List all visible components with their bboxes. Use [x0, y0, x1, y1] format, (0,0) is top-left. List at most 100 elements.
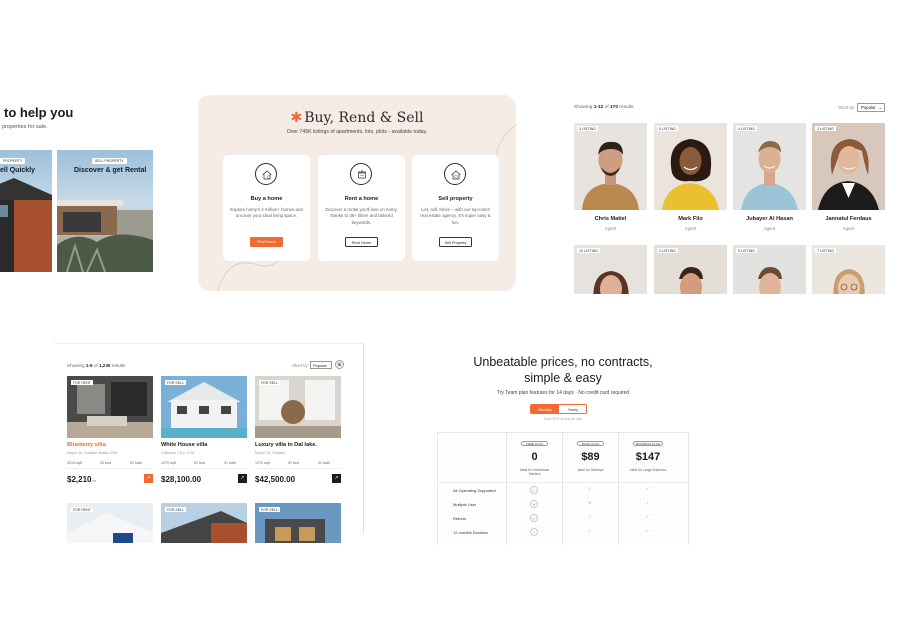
- pricing-subtitle: Try Team plan features for 14 days · No …: [496, 390, 630, 396]
- check-icon: ✓: [646, 528, 650, 533]
- listing-image: [255, 376, 341, 438]
- service-title: Buy a home: [250, 196, 283, 202]
- divider: [506, 432, 507, 545]
- card-tag: PROPERTY: [0, 158, 26, 164]
- listing-badge: FOR RENT: [71, 507, 93, 512]
- beds-value: 03 bed: [100, 461, 111, 465]
- listing-name[interactable]: White House villa: [161, 442, 207, 448]
- pricing-title-line2: simple & easy: [524, 371, 602, 385]
- plan-price: 0: [531, 451, 538, 463]
- arrow-icon[interactable]: ↗: [332, 474, 341, 483]
- check-icon: ✓: [530, 528, 538, 536]
- rent-home-button[interactable]: Rent Home: [345, 237, 378, 247]
- check-icon: ✓: [588, 528, 592, 533]
- listing-badge: 5 LISTING: [657, 126, 678, 131]
- beds-value: 02 bed: [288, 461, 299, 465]
- listing-badge: 9 LISTING: [736, 248, 757, 253]
- check-icon: ✓: [646, 486, 650, 491]
- card-title: ell Quickly: [0, 167, 36, 174]
- listing-badge: FOR SELL: [165, 380, 186, 385]
- agent-name: Jannatul Ferdaus: [825, 216, 872, 222]
- check-icon: ✓: [530, 486, 538, 494]
- listing-features: 1270 sqft 02 bed 01 bath: [161, 461, 247, 469]
- plan-basic: BASIC PLAN $89 Ideal for Startups: [571, 441, 610, 481]
- sell-property-button[interactable]: Sell Property: [439, 237, 472, 247]
- listings-panel: Showing 1-6 of 1,230 results Short by: P…: [54, 343, 365, 543]
- listing-image: [161, 376, 247, 438]
- card-tag: SELL PROPERTY: [92, 158, 127, 164]
- services-panel: ✱ Buy, Rend & Sell Over 745K listings of …: [198, 95, 516, 291]
- sort-select[interactable]: Popular ⌄: [857, 103, 885, 112]
- agent-name: Mark Filo: [678, 216, 703, 222]
- service-card-sell: Sell property List, sell, thrive – with …: [412, 155, 499, 261]
- sqft-value: 1270 sqft: [161, 461, 176, 465]
- service-title: Rent a home: [344, 196, 379, 202]
- feature-label: Multiple User: [453, 502, 477, 507]
- check-icon: ✓: [530, 514, 538, 522]
- plan-price: $147: [635, 451, 661, 463]
- listing-address: Mirpur 10, Stadium dhaka 1208: [67, 451, 118, 455]
- listing-badge: 10 LISTING: [577, 248, 600, 253]
- pricing-panel: Unbeatable prices, no contracts, simple …: [437, 345, 689, 545]
- find-home-button[interactable]: Find Home: [250, 237, 283, 247]
- service-card-rent: Rent a home Discover a rental you'll lov…: [318, 155, 405, 261]
- beds-value: 02 bed: [194, 461, 205, 465]
- close-icon: ✕: [588, 500, 592, 505]
- plan-business: BUSINESS PLAN $147 Ideal for Large Busin…: [627, 441, 669, 481]
- feature-label: Refund: [453, 516, 466, 521]
- hero-panel: to help you properties for sale. PROPERT…: [0, 95, 170, 285]
- listing-name[interactable]: Blueberry villa.: [67, 442, 107, 448]
- listing-price: $42,500.00: [255, 475, 296, 484]
- save-note: Save 30% on annual plan: [543, 417, 583, 421]
- hero-heading: to help you: [4, 105, 74, 120]
- service-desc: List, sell, thrive – with our top-notch …: [420, 207, 491, 225]
- listing-badge: FOR SELL: [259, 380, 280, 385]
- listing-name[interactable]: Luxury villa in Dal lake.: [255, 442, 317, 448]
- service-title: Sell property: [438, 196, 473, 202]
- monthly-toggle[interactable]: Monthly: [531, 405, 559, 413]
- hero-subtext: properties for sale.: [2, 124, 48, 130]
- agent-role: Agent: [842, 226, 855, 231]
- plan-desc: Ideal for Startups: [577, 468, 604, 472]
- billing-toggle: Monthly Yearly: [530, 404, 587, 414]
- listing-address: California 2112, USA: [161, 451, 195, 455]
- close-icon: ✕: [530, 500, 538, 508]
- results-count: Showing 1-12 of 170 results: [574, 105, 634, 110]
- divider: [562, 432, 563, 545]
- sort-label: Short by:: [838, 105, 856, 110]
- agent-photo: [812, 123, 885, 210]
- plan-desc: Ideal for Large Business: [629, 468, 667, 472]
- divider: [437, 482, 689, 483]
- listing-features: 3210 sqft 03 bed 02 bath: [67, 461, 153, 469]
- listing-badge: 2 LISTING: [815, 126, 836, 131]
- agent-name: Chris Matiel: [594, 216, 627, 222]
- plan-desc: Ideal for Individuals Starters: [519, 468, 550, 476]
- house-search-icon: [255, 163, 277, 185]
- sort-select[interactable]: Popular: [310, 361, 332, 369]
- baths-value: 01 bath: [224, 461, 236, 465]
- arrow-icon[interactable]: ↗: [238, 474, 247, 483]
- agent-role: Agent: [684, 226, 697, 231]
- listing-badge: 2 LISTING: [657, 248, 678, 253]
- agent-role: Agent: [763, 226, 776, 231]
- listing-price: $2,210/m: [67, 475, 96, 484]
- pricing-title: Unbeatable prices, no contracts,: [473, 355, 653, 369]
- property-card[interactable]: SELL PROPERTY Discover & get Rental: [57, 150, 153, 272]
- grid-view-icon[interactable]: ⊞: [335, 360, 344, 369]
- check-icon: ✓: [588, 514, 592, 519]
- listing-badge: FOR SELL: [165, 507, 186, 512]
- listing-badge: 3 LISTING: [577, 126, 598, 131]
- arrow-icon[interactable]: ↗: [144, 474, 153, 483]
- property-card[interactable]: PROPERTY ell Quickly: [0, 150, 52, 272]
- feature-label: All Operating Supported: [453, 488, 496, 493]
- check-icon: ✓: [588, 486, 592, 491]
- divider: [618, 432, 619, 545]
- listing-badge: FOR RENT: [71, 380, 93, 385]
- service-desc: Explore homy's 2 million+ homes and unco…: [230, 207, 303, 219]
- card-title: Discover & get Rental: [74, 167, 147, 174]
- yearly-toggle[interactable]: Yearly: [559, 405, 586, 413]
- plan-tag: BUSINESS PLAN: [633, 441, 663, 446]
- agents-panel: Showing 1-12 of 170 results Short by: Po…: [574, 100, 890, 294]
- sqft-value: 1270 sqft: [255, 461, 270, 465]
- agent-photo: [654, 123, 727, 210]
